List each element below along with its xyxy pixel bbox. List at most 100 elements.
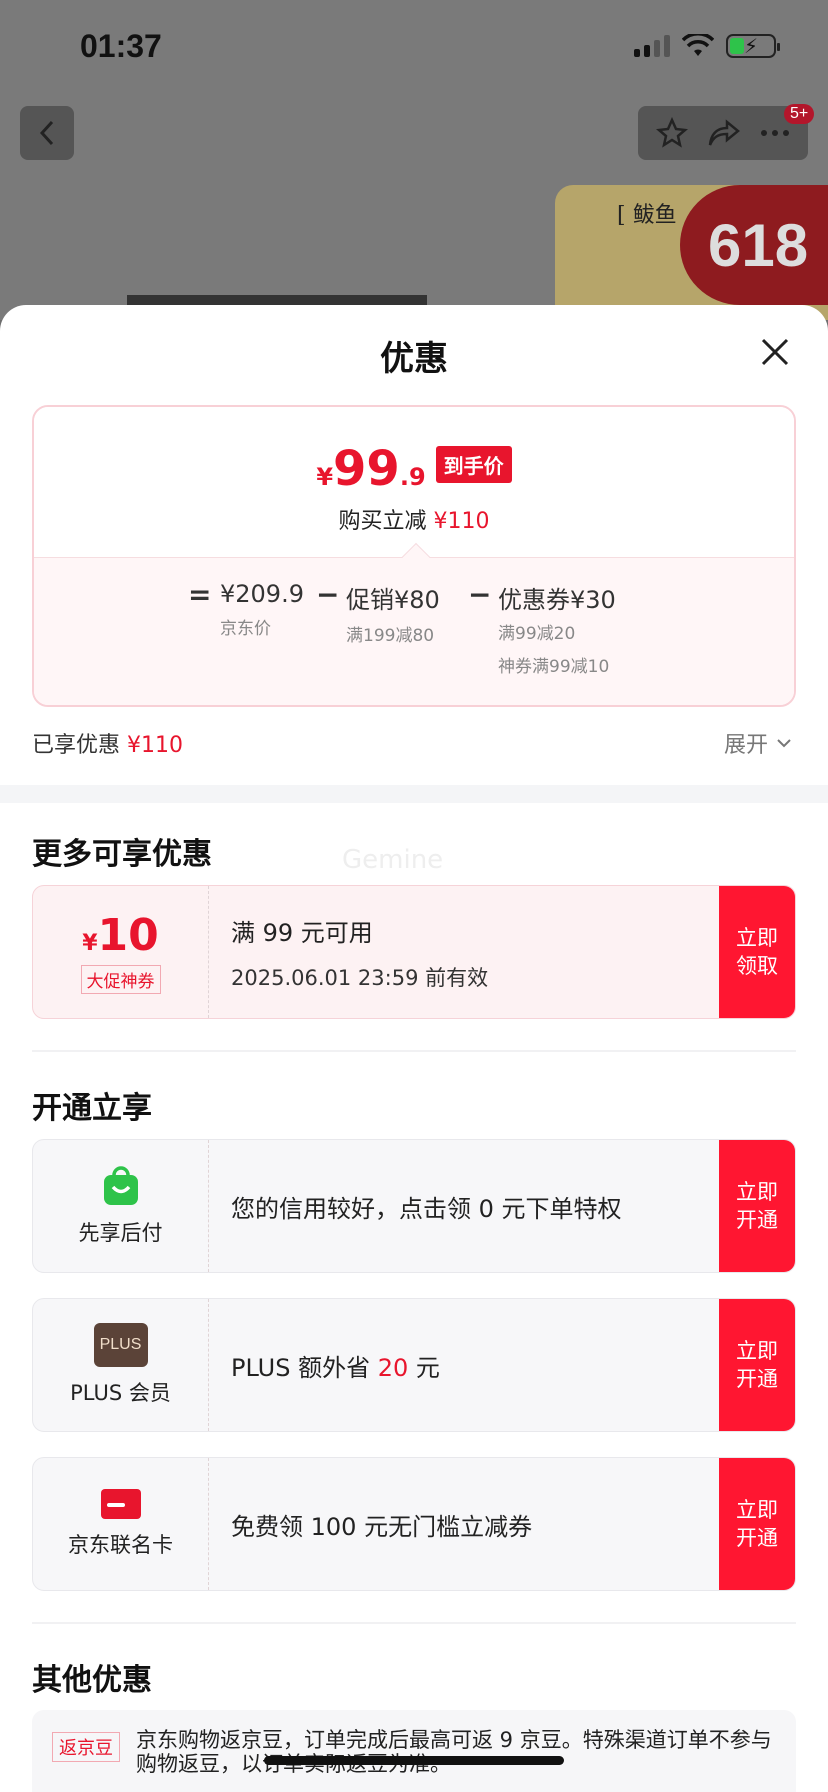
more-icon[interactable] (760, 128, 790, 138)
plus-member-card: PLUS PLUS 会员 PLUS 额外省 20 元 立即 开通 (32, 1298, 796, 1432)
plus-text-before: PLUS 额外省 (231, 1353, 378, 1382)
expand-button[interactable]: 展开 (724, 727, 792, 759)
plus-logo: PLUS (93, 1323, 148, 1367)
equals-sign: = (188, 578, 212, 611)
cobrand-label: 京东联名卡 (68, 1533, 173, 1557)
expand-label: 展开 (723, 733, 768, 758)
plus-text-after: 元 (408, 1353, 440, 1382)
plus-info: PLUS 额外省 20 元 (209, 1299, 719, 1431)
button-line-2: 领取 (736, 954, 778, 978)
status-time: 01:37 (80, 28, 162, 64)
coupon-detail-1: 满99减20 (498, 624, 576, 644)
coupon-condition: 满 99 元可用 (231, 918, 373, 947)
save-row: 购买立减 ¥110 (34, 503, 794, 535)
activate-title: 开通立享 (32, 1091, 152, 1126)
pay-later-info: 您的信用较好，点击领 0 元下单特权 (209, 1140, 719, 1272)
promo-block: 促销¥80 满199减80 (346, 580, 440, 653)
pay-later-left: 先享后付 (33, 1140, 209, 1272)
button-line-2: 开通 (736, 1526, 778, 1550)
button-line-1: 立即 (736, 1498, 778, 1522)
promo-text: [ 鲅鱼 (617, 203, 677, 228)
pay-later-label: 先享后付 (78, 1221, 163, 1245)
claim-coupon-button[interactable]: 立即 领取 (719, 886, 795, 1018)
more-offers-title: 更多可享优惠 (32, 837, 212, 872)
plus-text-highlight: 20 (377, 1353, 409, 1382)
promo-detail: 满199减80 (346, 626, 435, 646)
coupon-detail-2: 神券满99减10 (498, 657, 610, 677)
watermark: Gemine (342, 845, 444, 875)
coupon-card: ¥10 大促神券 满 99 元可用 2025.06.01 23:59 前有效 立… (32, 885, 796, 1019)
jd-price-label: 京东价 (220, 619, 271, 639)
jd-beans-offer: 返京豆 京东购物返京豆，订单完成后最高可返 9 京豆。特殊渠道订单不参与购物返豆… (32, 1710, 796, 1792)
promo-618: 618 (680, 185, 828, 305)
coupon-block: 优惠券¥30 满99减20 神券满99减10 (498, 580, 616, 685)
promo-amount: 促销¥80 (346, 586, 440, 614)
coupon-currency: ¥ (82, 931, 98, 956)
nav-actions (638, 106, 808, 160)
price-decimal: .9 (399, 463, 426, 491)
final-price-tag: 到手价 (435, 446, 512, 483)
price-integer: 99 (333, 441, 400, 497)
coupon-expiry: 2025.06.01 23:59 前有效 (231, 965, 489, 990)
back-button[interactable] (20, 106, 74, 160)
button-line-1: 立即 (736, 1180, 778, 1204)
minus-sign: − (316, 578, 340, 611)
status-icons: ⚡ (634, 34, 780, 58)
cobrand-info: 免费领 100 元无门槛立减券 (209, 1458, 719, 1590)
activate-plus-button[interactable]: 立即 开通 (719, 1299, 795, 1431)
cobrand-card: 京东联名卡 免费领 100 元无门槛立减券 立即 开通 (32, 1457, 796, 1591)
enjoyed-amount: ¥110 (127, 733, 184, 758)
save-amount: ¥110 (433, 509, 490, 534)
sheet-title: 优惠 (380, 339, 448, 379)
button-line-1: 立即 (736, 1339, 778, 1363)
pay-later-text: 您的信用较好，点击领 0 元下单特权 (231, 1194, 622, 1223)
status-bar: 01:37 ⚡ (0, 0, 828, 90)
jd-price-block: ¥209.9 京东价 (220, 580, 304, 646)
cobrand-text: 免费领 100 元无门槛立减券 (231, 1512, 533, 1541)
shopping-bag-icon (103, 1166, 138, 1205)
button-line-2: 开通 (736, 1367, 778, 1391)
beans-text: 京东购物返京豆，订单完成后最高可返 9 京豆。特殊渠道订单不参与购物返豆，以订单… (136, 1728, 772, 1776)
coupon-left: ¥10 大促神券 (33, 886, 209, 1018)
enjoyed-discount: 已享优惠 ¥110 (32, 727, 183, 759)
chevron-left-icon (39, 120, 54, 146)
cobrand-left: 京东联名卡 (33, 1458, 209, 1590)
beans-tag: 返京豆 (52, 1732, 120, 1762)
coupon-info: 满 99 元可用 2025.06.01 23:59 前有效 (209, 886, 719, 1018)
activate-cobrand-button[interactable]: 立即 开通 (719, 1458, 795, 1590)
jd-price: ¥209.9 (220, 580, 304, 608)
wifi-icon (682, 34, 714, 56)
section-gap (0, 785, 828, 803)
coupon-tag: 大促神券 (80, 965, 161, 994)
background-page: 01:37 ⚡ 5+ [ 鲅鱼 618 (0, 0, 828, 320)
enjoyed-label: 已享优惠 (32, 733, 121, 758)
other-offers-title: 其他优惠 (32, 1663, 152, 1698)
coupon-value: ¥10 (82, 910, 159, 961)
price-top: ¥ 99 .9 到手价 购买立减 ¥110 (34, 407, 794, 557)
plus-left: PLUS PLUS 会员 (33, 1299, 209, 1431)
star-icon[interactable] (655, 117, 688, 149)
promo-banner: [ 鲅鱼 618 (555, 185, 828, 320)
minus-sign: − (468, 578, 492, 611)
price-summary-card: ¥ 99 .9 到手价 购买立减 ¥110 = ¥209.9 京东价 − 促销¥… (32, 405, 796, 707)
plus-text: PLUS 额外省 20 元 (231, 1348, 719, 1383)
activate-pay-later-button[interactable]: 立即 开通 (719, 1140, 795, 1272)
divider (32, 1622, 796, 1624)
close-icon[interactable] (758, 335, 792, 369)
pay-later-card: 先享后付 您的信用较好，点击领 0 元下单特权 立即 开通 (32, 1139, 796, 1273)
plus-label: PLUS 会员 (70, 1381, 171, 1405)
coupon-number: 10 (97, 910, 159, 961)
discount-sheet: 优惠 ¥ 99 .9 到手价 购买立减 ¥110 = ¥209.9 京东价 − (0, 305, 828, 1792)
home-indicator[interactable] (264, 1756, 564, 1765)
price-breakdown: = ¥209.9 京东价 − 促销¥80 满199减80 − 优惠券¥30 满9… (34, 557, 794, 705)
share-icon[interactable] (707, 118, 741, 148)
divider (32, 1050, 796, 1052)
button-line-2: 开通 (736, 1208, 778, 1232)
button-line-1: 立即 (736, 926, 778, 950)
save-label: 购买立减 (338, 509, 427, 534)
credit-card-icon (100, 1489, 141, 1519)
notification-badge: 5+ (784, 104, 815, 124)
price-currency: ¥ (316, 463, 334, 491)
chevron-down-icon (777, 739, 791, 748)
cellular-signal-icon (634, 35, 670, 57)
